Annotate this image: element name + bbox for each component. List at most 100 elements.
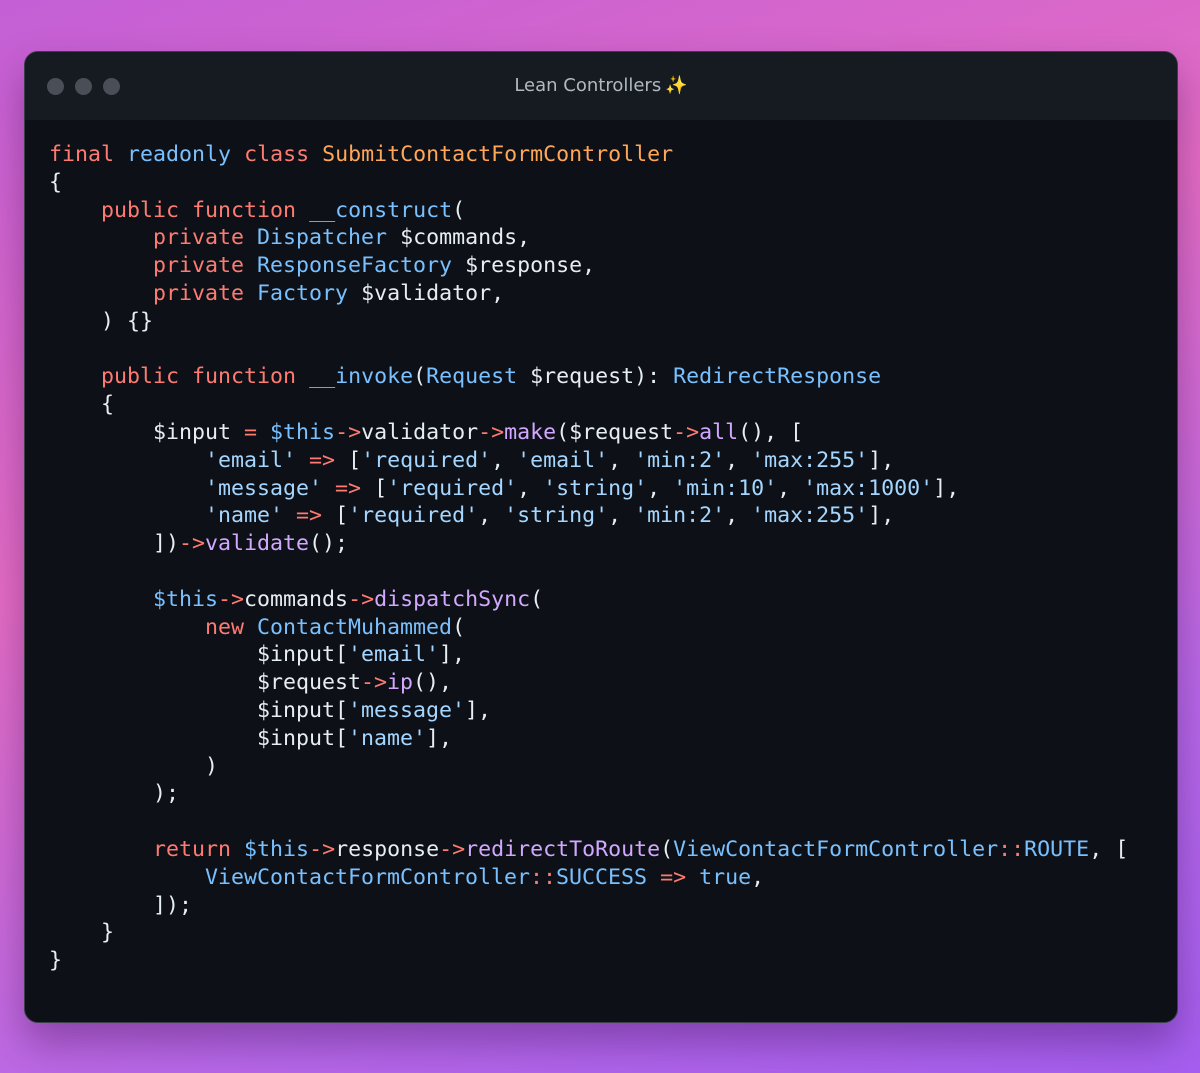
code-token: ], — [426, 725, 453, 751]
code-token: response — [335, 836, 440, 862]
code-token: :: — [530, 864, 557, 890]
code-token: ) — [49, 753, 219, 779]
code-token: 'email' — [205, 447, 297, 473]
code-token: $input[ — [49, 697, 349, 723]
code-token: final — [49, 142, 115, 167]
code-token: ], — [439, 642, 466, 668]
code-block[interactable]: final readonly class SubmitContactFormCo… — [49, 141, 1128, 975]
code-token: $this — [244, 836, 310, 862]
code-token: SubmitContactFormController — [322, 142, 674, 167]
code-token: 'message' — [348, 697, 466, 723]
code-token: $this — [270, 419, 336, 445]
code-token: public — [101, 197, 180, 223]
code-token: [ — [335, 447, 362, 473]
code-token: ]); — [49, 892, 193, 918]
code-token: , [ — [1089, 836, 1129, 862]
code-line: { — [49, 169, 1128, 197]
code-token: ViewContactFormController — [673, 836, 999, 862]
code-token: $input[ — [49, 725, 349, 751]
code-token: 'email' — [348, 642, 440, 668]
code-token: , — [777, 475, 804, 501]
code-token: , — [608, 447, 635, 473]
code-token: => — [309, 447, 336, 473]
code-line: return $this->response->redirectToRoute(… — [49, 836, 1128, 864]
code-token: ResponseFactory — [257, 253, 453, 279]
code-token: 'required' — [348, 503, 479, 529]
code-token: => — [660, 864, 687, 890]
code-line: $request->ip(), — [49, 669, 1128, 697]
code-token: (), — [413, 670, 453, 696]
code-token: = — [244, 419, 258, 445]
code-line: $input['email'], — [49, 641, 1128, 669]
code-line: $this->commands->dispatchSync( — [49, 586, 1128, 614]
code-token: { — [49, 169, 63, 195]
code-token: ], — [868, 503, 895, 529]
code-line: } — [49, 919, 1128, 947]
code-token: make — [504, 419, 557, 445]
window-title: Lean Controllers ✨ — [25, 75, 1177, 96]
code-token: new — [205, 614, 245, 640]
code-line: private Dispatcher $commands, — [49, 224, 1128, 252]
code-line: public function __construct( — [49, 197, 1128, 225]
code-token: -> — [309, 836, 336, 862]
code-token: -> — [478, 419, 505, 445]
code-line: 'name' => ['required', 'string', 'min:2'… — [49, 502, 1128, 530]
code-token: (), [ — [738, 419, 804, 445]
code-token: Request — [426, 364, 518, 390]
code-token: , — [751, 864, 765, 890]
code-token: 'message' — [205, 475, 323, 501]
code-line: ) {} — [49, 308, 1128, 336]
code-line: { — [49, 391, 1128, 419]
code-token: validate — [205, 531, 310, 557]
code-token: ], — [868, 447, 895, 473]
code-token: $request): — [517, 364, 674, 390]
code-token: -> — [218, 586, 245, 612]
code-token: 'email' — [517, 447, 609, 473]
code-line: } — [49, 947, 1128, 975]
code-token: -> — [179, 531, 206, 557]
code-token: { — [49, 392, 115, 418]
code-token: 'required' — [361, 447, 492, 473]
code-token: ($request — [556, 419, 674, 445]
code-token: ); — [49, 781, 180, 807]
code-token: -> — [335, 419, 362, 445]
code-line: ViewContactFormController::SUCCESS => tr… — [49, 864, 1128, 892]
code-token: dispatchSync — [374, 586, 531, 612]
code-token: 'string' — [504, 503, 609, 529]
code-token: readonly — [127, 142, 232, 167]
code-token: validator — [361, 419, 479, 445]
code-token: __invoke — [309, 364, 414, 390]
code-token: 'max:255' — [751, 503, 869, 529]
code-token: , — [725, 503, 752, 529]
code-token: RedirectResponse — [673, 364, 882, 390]
code-token: :: — [998, 836, 1025, 862]
code-token: $response, — [452, 253, 596, 279]
code-token: -> — [673, 419, 700, 445]
code-token: $input — [49, 419, 245, 445]
code-token: ROUTE — [1024, 836, 1090, 862]
code-token: 'max:255' — [751, 447, 869, 473]
code-token: $input[ — [49, 642, 349, 668]
code-token: SUCCESS — [556, 864, 648, 890]
code-token: ( — [660, 836, 674, 862]
window-title-text: Lean Controllers — [514, 75, 662, 96]
